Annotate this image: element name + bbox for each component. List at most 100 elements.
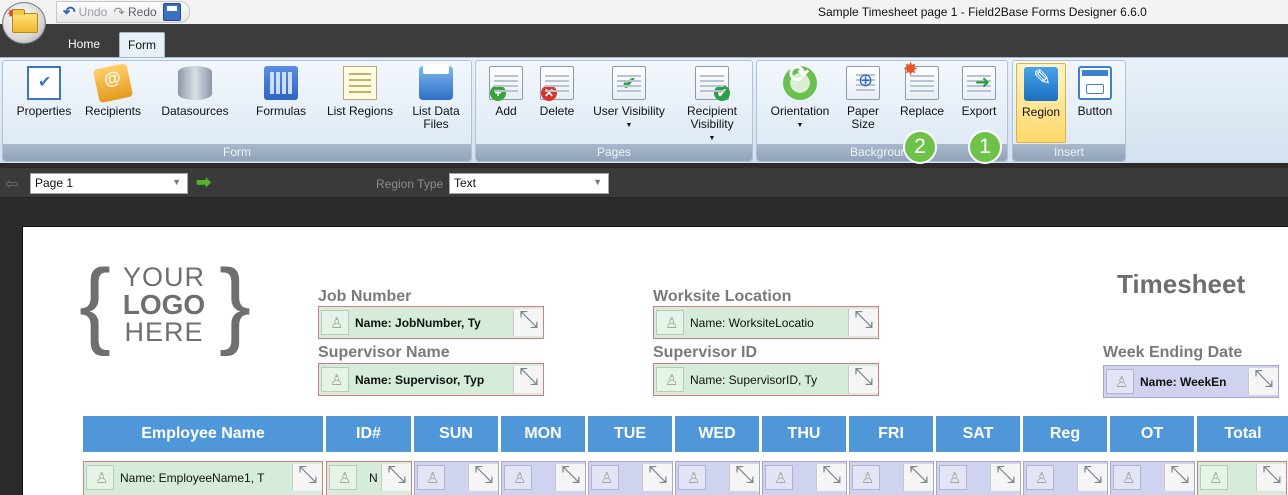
region-reg-1[interactable] <box>1023 461 1108 495</box>
logo-line-1: YOUR <box>122 262 205 292</box>
properties-icon <box>27 66 61 100</box>
region-handle-icon[interactable] <box>678 465 706 490</box>
properties-button[interactable]: Properties <box>9 63 79 143</box>
database-icon <box>178 66 212 100</box>
region-handle-icon[interactable] <box>329 465 357 490</box>
resize-handle-icon[interactable] <box>848 364 878 393</box>
column-header-sat: SAT <box>936 416 1023 452</box>
orientation-icon <box>783 66 817 100</box>
region-fri-1[interactable] <box>849 461 934 495</box>
tab-home[interactable]: Home <box>60 32 108 57</box>
region-employee-name-1[interactable]: Name: EmployeeName1, T <box>83 461 323 495</box>
resize-handle-icon[interactable] <box>1256 462 1286 491</box>
resize-handle-icon[interactable] <box>1077 462 1107 491</box>
region-handle-icon[interactable] <box>504 465 532 490</box>
application-menu-button[interactable]: ✸ <box>2 2 46 44</box>
region-job-number[interactable]: Name: JobNumber, Ty <box>318 306 544 339</box>
column-header-thu: THU <box>762 416 849 452</box>
resize-handle-icon[interactable] <box>816 462 846 491</box>
folder-icon <box>12 9 38 33</box>
region-handle-icon[interactable] <box>765 465 793 490</box>
region-ot-1[interactable] <box>1110 461 1195 495</box>
region-total-1[interactable] <box>1197 461 1287 495</box>
region-handle-icon[interactable] <box>321 310 349 335</box>
recipient-visibility-icon: ✔ <box>695 66 730 101</box>
resize-handle-icon[interactable] <box>468 462 498 491</box>
title-bar: ↶ Undo ↷ Redo Sample Timesheet page 1 - Fi… <box>0 0 1288 24</box>
region-handle-icon[interactable] <box>417 465 445 490</box>
user-visibility-icon: ✔ <box>612 66 646 100</box>
region-sat-1[interactable] <box>936 461 1021 495</box>
orientation-button[interactable]: Orientation ▼ <box>761 63 839 143</box>
region-handle-icon[interactable] <box>939 465 967 490</box>
resize-handle-icon[interactable] <box>729 462 759 491</box>
paper-size-label: Paper Size <box>846 104 880 131</box>
resize-handle-icon[interactable] <box>513 307 543 336</box>
list-regions-button[interactable]: List Regions <box>318 63 402 143</box>
resize-handle-icon[interactable] <box>381 462 411 491</box>
ribbon-group-insert: Region Button Insert <box>1012 60 1126 162</box>
region-supervisor-name[interactable]: Name: Supervisor, Typ <box>318 363 544 396</box>
region-handle-icon[interactable] <box>656 367 684 392</box>
save-icon[interactable] <box>162 3 181 21</box>
insert-region-button[interactable]: Region <box>1016 63 1066 143</box>
field-label-job-number: Job Number <box>318 288 412 305</box>
page-navigation-bar: ⇦ Page 1 ▼ ➡ Region Type Text ▼ <box>0 168 1288 198</box>
redo-button[interactable]: ↷ Redo <box>113 4 156 21</box>
delete-page-button[interactable]: ✕ Delete <box>532 63 582 143</box>
region-sun-1[interactable] <box>414 461 499 495</box>
region-id-1[interactable]: N <box>326 461 412 495</box>
region-icon <box>1024 67 1058 101</box>
resize-handle-icon[interactable] <box>292 462 322 491</box>
region-week-ending-date[interactable]: Name: WeekEn <box>1103 365 1279 398</box>
region-handle-icon[interactable] <box>321 367 349 392</box>
page-select[interactable]: Page 1 ▼ <box>30 173 188 194</box>
recipients-button[interactable]: Recipients <box>80 62 146 143</box>
group-label-form: Form <box>3 144 471 161</box>
region-thu-1[interactable] <box>762 461 847 495</box>
resize-handle-icon[interactable] <box>1164 462 1194 491</box>
region-handle-icon[interactable] <box>1113 465 1141 490</box>
tab-form[interactable]: Form <box>119 32 165 57</box>
region-handle-icon[interactable] <box>1200 465 1228 490</box>
user-visibility-button[interactable]: ✔ User Visibility ▼ <box>584 63 674 143</box>
region-handle-icon[interactable] <box>86 465 114 490</box>
previous-page-icon[interactable]: ⇦ <box>5 174 18 194</box>
undo-button[interactable]: ↶ Undo <box>63 3 107 21</box>
resize-handle-icon[interactable] <box>513 364 543 393</box>
next-page-icon[interactable]: ➡ <box>196 172 211 193</box>
resize-handle-icon[interactable] <box>903 462 933 491</box>
region-type-label: Region Type <box>376 177 444 191</box>
orientation-label: Orientation <box>770 104 830 118</box>
region-handle-icon[interactable] <box>852 465 880 490</box>
region-handle-icon[interactable] <box>1026 465 1054 490</box>
recipients-icon <box>92 62 134 104</box>
region-type-select[interactable]: Text ▼ <box>449 173 609 194</box>
region-worksite-location[interactable]: Name: WorksiteLocatio <box>653 306 879 339</box>
resize-handle-icon[interactable] <box>990 462 1020 491</box>
datasources-button[interactable]: Datasources <box>147 63 243 143</box>
region-handle-icon[interactable] <box>591 465 619 490</box>
region-handle-icon[interactable] <box>1106 369 1134 394</box>
recipient-visibility-button[interactable]: ✔ Recipient Visibility ▼ <box>676 63 748 143</box>
paper-size-button[interactable]: Paper Size <box>841 63 885 143</box>
region-wed-1[interactable] <box>675 461 760 495</box>
formulas-button[interactable]: Formulas <box>246 63 316 143</box>
region-supervisor-id[interactable]: Name: SupervisorID, Ty <box>653 363 879 396</box>
resize-handle-icon[interactable] <box>555 462 585 491</box>
export-icon <box>962 66 996 100</box>
chevron-down-icon: ▼ <box>172 177 181 187</box>
region-tue-1[interactable] <box>588 461 673 495</box>
delete-label: Delete <box>539 104 575 118</box>
resize-handle-icon[interactable] <box>1248 366 1278 395</box>
list-data-files-button[interactable]: List Data Files <box>403 63 469 143</box>
form-page[interactable]: { YOUR LOGO HERE } Timesheet Job Number … <box>22 226 1288 495</box>
resize-handle-icon[interactable] <box>848 307 878 336</box>
insert-button-button[interactable]: Button <box>1069 63 1121 143</box>
redo-label: Redo <box>128 5 157 19</box>
field-label-worksite-location: Worksite Location <box>653 288 792 305</box>
region-handle-icon[interactable] <box>656 310 684 335</box>
resize-handle-icon[interactable] <box>642 462 672 491</box>
region-mon-1[interactable] <box>501 461 586 495</box>
add-page-button[interactable]: + Add <box>482 63 530 143</box>
